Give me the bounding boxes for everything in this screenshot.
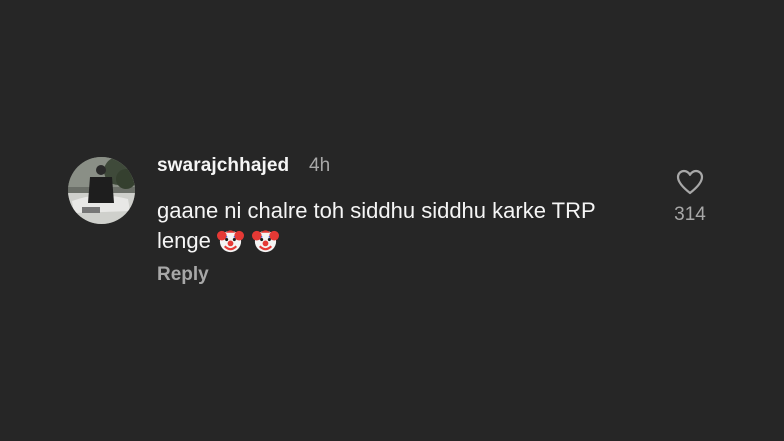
timestamp: 4h [309, 155, 331, 176]
emoji-group [216, 227, 281, 262]
like-button[interactable] [675, 168, 705, 196]
clown-face-icon [216, 230, 244, 253]
heart-outline-icon [676, 169, 704, 195]
username[interactable]: swarajchhajed [157, 155, 289, 177]
comment-screen: swarajchhajed 4h gaane ni chalre toh sid… [0, 0, 784, 441]
comment-body: gaane ni chalre toh siddhu siddhu karke … [157, 196, 627, 262]
comment-item: swarajchhajed 4h gaane ni chalre toh sid… [0, 0, 784, 441]
avatar[interactable] [68, 157, 135, 224]
like-count: 314 [674, 204, 706, 225]
clown-face-icon [251, 230, 279, 253]
reply-button[interactable]: Reply [157, 264, 209, 286]
